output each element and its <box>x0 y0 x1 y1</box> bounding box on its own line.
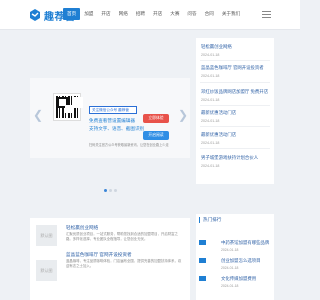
main-nav: 首页 加盟 开店 网络 招聘 开店 大赛 问答 合同 关于我们 <box>63 8 244 20</box>
card-thumbnail: 默认图 <box>36 225 57 246</box>
banner-line-2: 支持文字、语音、截图识别 <box>89 126 145 131</box>
list-item-title[interactable]: 中药茶馆加盟有哪些品牌 <box>221 240 269 246</box>
qr-code-image <box>53 93 81 121</box>
card-title[interactable]: 蓝晶蓝色咖啡厅 官网开设投资者 <box>66 252 132 258</box>
divider <box>200 148 270 149</box>
article-card[interactable]: 默认图 轻松赢创业网络 汇聚优质创业项目，一站式服务，帮助您找到合适的加盟项目，… <box>30 218 190 252</box>
list-item-title[interactable]: 蓝晶蓝色咖啡厅 官网开设投资者 <box>201 65 271 71</box>
list-item-date: 2024-01-18 <box>201 119 220 123</box>
card-description: 汇聚优质创业项目，一站式服务，帮助您找到合适的加盟项目，开启财富之路。多样化选择… <box>66 232 178 241</box>
list-item-title[interactable]: 创业加盟怎么选项目 <box>221 258 261 264</box>
nav-item-contract[interactable]: 合同 <box>201 8 218 20</box>
carousel-indicators <box>104 189 119 192</box>
side-article-list: 轻松赢创业网络 2024-01-18 蓝晶蓝色咖啡厅 官网开设投资者 2024-… <box>196 38 274 184</box>
nav-item-contest[interactable]: 大赛 <box>166 8 183 20</box>
nav-item-open-store-2[interactable]: 开店 <box>149 8 166 20</box>
article-card[interactable]: 默认图 蓝晶蓝色咖啡厅 官网开设投资者 蓝晶咖啡，专注品质咖啡体验，门店遍布全国… <box>30 248 190 300</box>
list-item[interactable]: 邓红炒饭品牌网店加盟厅 免费开店 2024-01-18 <box>201 89 271 102</box>
nav-item-home[interactable]: 首页 <box>63 8 81 20</box>
list-item-date: 2024-01-18 <box>221 284 239 288</box>
try-now-button[interactable]: 立即体验 <box>143 114 169 123</box>
wechat-follow-box: 关注微信公众号 趣荐营 <box>89 106 137 114</box>
card-thumbnail: 默认图 <box>36 260 57 281</box>
divider <box>200 126 270 127</box>
nav-item-network[interactable]: 网络 <box>115 8 132 20</box>
list-item-date: 2024-01-18 <box>201 53 220 57</box>
chevron-left-icon[interactable]: ❮ <box>33 108 43 122</box>
rank-badge-icon <box>199 240 206 245</box>
list-item-title[interactable]: 最新优惠活动门店 <box>201 110 271 116</box>
list-item[interactable]: 最新优惠活动门店 2024-01-18 <box>201 110 271 123</box>
hot-ranking-panel: 热门排行 中药茶馆加盟有哪些品牌 2024-01-18 创业加盟怎么选项目 20… <box>196 214 274 300</box>
chevron-right-icon[interactable]: ❯ <box>178 108 188 122</box>
list-item-date: 2024-01-18 <box>201 98 220 102</box>
divider <box>200 60 270 61</box>
list-item-title[interactable]: 男子城堡游戏扶持计划合伙人 <box>201 155 271 161</box>
hot-ranking-heading: 热门排行 <box>199 217 221 223</box>
list-item-title[interactable]: 邓红炒饭品牌网店加盟厅 免费开店 <box>201 89 271 95</box>
card-description: 蓝晶咖啡，专注品质咖啡体验，门店遍布全国，提供完善的加盟扶持体系，欢迎有志之士加… <box>66 259 182 268</box>
banner-note: 扫码关注官方公众号获取最新资讯，让您在创业路上少走弯路... <box>89 143 169 147</box>
brand-logo-icon <box>30 9 40 21</box>
list-item-date: 2024-01-18 <box>201 141 220 145</box>
divider <box>200 105 270 106</box>
list-item-title[interactable]: 轻松赢创业网络 <box>201 44 271 50</box>
carousel-dot[interactable] <box>104 189 107 192</box>
nav-item-open-store[interactable]: 开店 <box>97 8 114 20</box>
nav-item-qa[interactable]: 问答 <box>183 8 200 20</box>
carousel-dot[interactable] <box>114 189 117 192</box>
top-bar: 趣荐营 首页 加盟 开店 网络 招聘 开店 大赛 问答 合同 关于我们 <box>0 0 300 30</box>
divider <box>200 82 270 83</box>
list-item[interactable]: 最新优惠活动门店 2024-01-18 <box>201 132 271 145</box>
banner-line-1: 免费查看营设置编辑器 <box>89 118 135 123</box>
rank-badge-icon <box>199 276 206 281</box>
nav-item-franchise[interactable]: 加盟 <box>80 8 97 20</box>
list-item-date: 2024-01-18 <box>221 248 239 252</box>
read-button[interactable]: 开启阅读 <box>143 131 169 140</box>
carousel-dot[interactable] <box>109 189 112 192</box>
hero-banner: ❮ ❯ 关注微信公众号 趣荐营 免费查看营设置编辑器 支持文字、语音、截图识别 … <box>30 78 190 158</box>
list-item-title[interactable]: 最新优惠活动门店 <box>201 132 271 138</box>
nav-item-recruit[interactable]: 招聘 <box>132 8 149 20</box>
list-item[interactable]: 男子城堡游戏扶持计划合伙人 2024-01-18 <box>201 155 271 168</box>
list-item-date: 2024-01-18 <box>201 74 220 78</box>
list-item-date: 2024-01-18 <box>221 266 239 270</box>
list-item-title[interactable]: 文化传媒加盟费用 <box>221 276 256 282</box>
nav-item-about[interactable]: 关于我们 <box>218 8 244 20</box>
list-item-date: 2024-01-18 <box>201 164 220 168</box>
card-title[interactable]: 轻松赢创业网络 <box>66 225 98 231</box>
rank-badge-icon <box>199 258 206 263</box>
list-item[interactable]: 轻松赢创业网络 2024-01-18 <box>201 44 271 57</box>
hamburger-menu-icon[interactable] <box>262 11 271 19</box>
list-item[interactable]: 蓝晶蓝色咖啡厅 官网开设投资者 2024-01-18 <box>201 65 271 78</box>
